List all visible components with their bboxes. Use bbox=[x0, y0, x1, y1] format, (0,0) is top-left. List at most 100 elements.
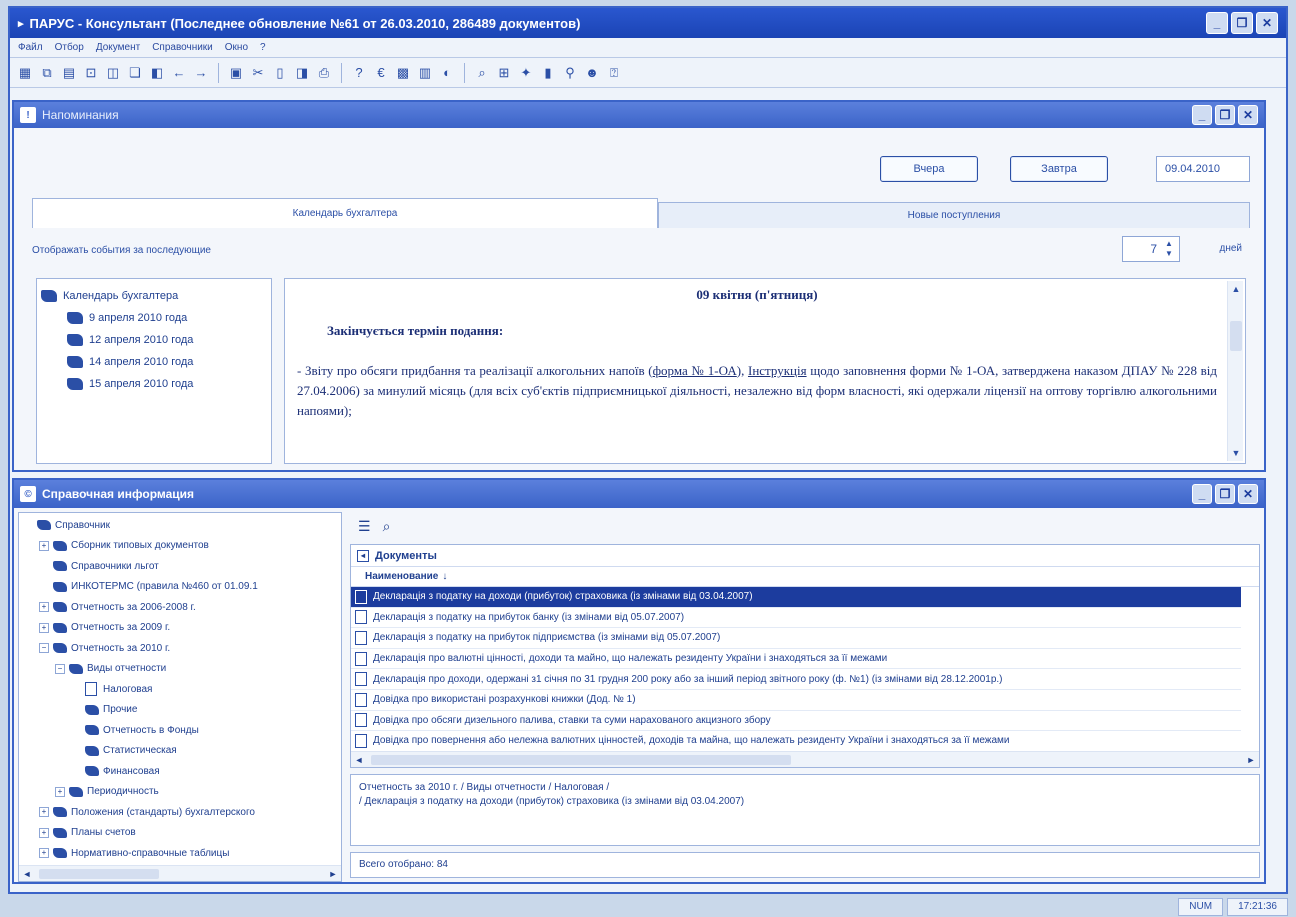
calc-icon[interactable]: ▩ bbox=[394, 64, 412, 82]
expand-icon[interactable]: + bbox=[39, 602, 49, 613]
scroll-left-icon[interactable]: ◄ bbox=[19, 866, 35, 881]
question-icon[interactable]: ⍰ bbox=[605, 64, 623, 82]
sort-icon[interactable]: ☰ bbox=[358, 518, 371, 535]
ref-tree-item[interactable]: Справочники льгот bbox=[23, 556, 337, 577]
ref-tree-item[interactable]: + Сборник типовых документов bbox=[23, 536, 337, 557]
ref-tree-item[interactable]: + Нормативно-справочные таблицы bbox=[23, 843, 337, 864]
forward-icon[interactable]: → bbox=[192, 64, 210, 82]
tree-item-calendar-root[interactable]: Календарь бухгалтера bbox=[41, 285, 267, 307]
expand-icon[interactable]: + bbox=[39, 848, 49, 859]
ref-tree-item[interactable]: + Планы счетов bbox=[23, 823, 337, 844]
expand-icon[interactable]: + bbox=[55, 786, 65, 797]
ref-tree-item[interactable]: Отчетность в Фонды bbox=[23, 720, 337, 741]
calendar-icon[interactable]: ▥ bbox=[416, 64, 434, 82]
reminder-title-bar[interactable]: ! Напоминания _ ❐ ✕ bbox=[14, 102, 1264, 128]
document-row[interactable]: Декларація з податку на прибуток банку (… bbox=[351, 608, 1241, 629]
print-preview-icon[interactable]: ◨ bbox=[293, 64, 311, 82]
collapse-icon[interactable]: − bbox=[39, 643, 49, 654]
tab-accountant-calendar[interactable]: Календарь бухгалтера bbox=[32, 198, 658, 228]
help-icon[interactable]: ? bbox=[350, 64, 368, 82]
days-spinner[interactable]: 7 ▲ ▼ bbox=[1122, 236, 1180, 262]
reference-close-button[interactable]: ✕ bbox=[1238, 484, 1258, 504]
scroll-thumb[interactable] bbox=[371, 755, 791, 765]
ref-tree-item[interactable]: ИНКОТЕРМС (правила №460 от 01.09.1 bbox=[23, 577, 337, 598]
tree-hscrollbar[interactable]: ◄ ► bbox=[19, 865, 341, 881]
reminder-close-button[interactable]: ✕ bbox=[1238, 105, 1258, 125]
menu-filter[interactable]: Отбор bbox=[55, 42, 84, 53]
tree-item-date[interactable]: 15 апреля 2010 года bbox=[41, 373, 267, 395]
filter-icon[interactable]: ⊡ bbox=[82, 64, 100, 82]
ref-tree-item[interactable]: − Виды отчетности bbox=[23, 659, 337, 680]
instruction-link[interactable]: Інструкція bbox=[748, 363, 807, 378]
copy-icon[interactable]: ⧉ bbox=[38, 64, 56, 82]
title-bar[interactable]: ▸ ПАРУС - Консультант (Последнее обновле… bbox=[10, 8, 1286, 38]
doc-icon[interactable]: ▯ bbox=[271, 64, 289, 82]
print-icon[interactable]: ⎙ bbox=[315, 64, 333, 82]
close-button[interactable]: ✕ bbox=[1256, 12, 1278, 34]
expand-icon[interactable]: + bbox=[39, 827, 49, 838]
scroll-up-icon[interactable]: ▲ bbox=[1228, 281, 1244, 297]
euro-icon[interactable]: € bbox=[372, 64, 390, 82]
spinner-arrows-icon[interactable]: ▲ ▼ bbox=[1161, 239, 1177, 259]
scroll-down-icon[interactable]: ▼ bbox=[1228, 445, 1244, 461]
expand-icon[interactable]: + bbox=[39, 807, 49, 818]
menu-references[interactable]: Справочники bbox=[152, 42, 213, 53]
document-row[interactable]: Декларація з податку на доходи (прибуток… bbox=[351, 587, 1241, 608]
scroll-thumb[interactable] bbox=[39, 869, 159, 879]
find-icon[interactable]: ⚲ bbox=[561, 64, 579, 82]
reminder-restore-button[interactable]: ❐ bbox=[1215, 105, 1235, 125]
collapse-icon[interactable]: ◂ bbox=[357, 549, 369, 562]
back-icon[interactable]: ← bbox=[170, 64, 188, 82]
menu-help[interactable]: ? bbox=[260, 42, 266, 53]
tree-icon[interactable]: ⊞ bbox=[495, 64, 513, 82]
search-docs-icon[interactable]: ⌕ bbox=[473, 64, 491, 82]
document-row[interactable]: Декларація про валютні цінності, доходи … bbox=[351, 649, 1241, 670]
expand-icon[interactable]: + bbox=[39, 540, 49, 551]
paste-icon[interactable]: ▤ bbox=[60, 64, 78, 82]
document-row[interactable]: Декларація з податку на прибуток підприє… bbox=[351, 628, 1241, 649]
bookmark-icon[interactable]: ◫ bbox=[104, 64, 122, 82]
ref-tree-item[interactable]: + Отчетность за 2006-2008 г. bbox=[23, 597, 337, 618]
scroll-right-icon[interactable]: ► bbox=[1243, 752, 1259, 768]
search-doc-icon[interactable]: ⌕ bbox=[383, 518, 391, 535]
reference-minimize-button[interactable]: _ bbox=[1192, 484, 1212, 504]
scroll-thumb[interactable] bbox=[1230, 321, 1242, 351]
docs-hscrollbar[interactable]: ◄ ► bbox=[351, 751, 1259, 767]
cut-icon[interactable]: ✂ bbox=[249, 64, 267, 82]
pages-icon[interactable]: ❏ bbox=[126, 64, 144, 82]
reference-title-bar[interactable]: © Справочная информация _ ❐ ✕ bbox=[14, 480, 1264, 508]
documents-header[interactable]: ◂ Документы bbox=[351, 545, 1259, 567]
info-icon[interactable]: ▮ bbox=[539, 64, 557, 82]
tomorrow-button[interactable]: Завтра bbox=[1010, 156, 1108, 182]
globe-icon[interactable]: ◐ bbox=[438, 64, 456, 82]
table-icon[interactable]: ▦ bbox=[16, 64, 34, 82]
scroll-left-icon[interactable]: ◄ bbox=[351, 752, 367, 768]
content-scrollbar[interactable]: ▲ ▼ bbox=[1227, 281, 1243, 461]
menu-file[interactable]: Файл bbox=[18, 42, 43, 53]
user-icon[interactable]: ☻ bbox=[583, 64, 601, 82]
ref-tree-item[interactable]: − Отчетность за 2010 г. bbox=[23, 638, 337, 659]
ref-tree-item[interactable]: Справочник bbox=[23, 515, 337, 536]
document-row[interactable]: Довідка про повернення або нележна валют… bbox=[351, 731, 1241, 752]
ref-tree-item[interactable]: Статистическая bbox=[23, 741, 337, 762]
ref-tree-item[interactable]: Прочие bbox=[23, 700, 337, 721]
expand-icon[interactable]: + bbox=[39, 622, 49, 633]
ref-tree-item[interactable]: Финансовая bbox=[23, 761, 337, 782]
date-field[interactable]: 09.04.2010 bbox=[1156, 156, 1250, 182]
restore-button[interactable]: ❐ bbox=[1231, 12, 1253, 34]
ref-tree-item[interactable]: + Периодичность bbox=[23, 782, 337, 803]
reminder-minimize-button[interactable]: _ bbox=[1192, 105, 1212, 125]
tab-new-arrivals[interactable]: Новые поступления bbox=[658, 202, 1250, 228]
tree-item-date[interactable]: 12 апреля 2010 года bbox=[41, 329, 267, 351]
ref-tree-item[interactable]: Налоговая bbox=[23, 679, 337, 700]
save-icon[interactable]: ▣ bbox=[227, 64, 245, 82]
column-header-name[interactable]: Наименование ↓ bbox=[351, 567, 1259, 587]
document-row[interactable]: Довідка про обсяги дизельного палива, ст… bbox=[351, 711, 1241, 732]
yesterday-button[interactable]: Вчера bbox=[880, 156, 978, 182]
ref-tree-item[interactable]: + Положения (стандарты) бухгалтерского bbox=[23, 802, 337, 823]
tree-item-date[interactable]: 14 апреля 2010 года bbox=[41, 351, 267, 373]
menu-window[interactable]: Окно bbox=[225, 42, 248, 53]
tree-item-date[interactable]: 9 апреля 2010 года bbox=[41, 307, 267, 329]
collapse-icon[interactable]: − bbox=[55, 663, 65, 674]
reference-restore-button[interactable]: ❐ bbox=[1215, 484, 1235, 504]
